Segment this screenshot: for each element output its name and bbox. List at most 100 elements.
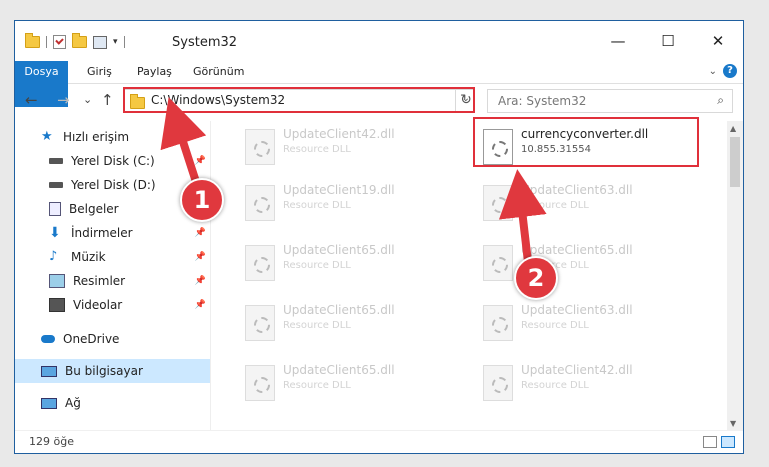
pin-icon[interactable]: 📌 [195, 276, 206, 286]
sidebar-item-pictures[interactable]: Resimler 📌 [15, 269, 210, 293]
drive-icon [49, 158, 63, 164]
documents-icon [49, 202, 61, 216]
properties-icon[interactable] [93, 35, 107, 49]
navigation-pane: ★ Hızlı erişim Yerel Disk (C:) 📌 Yerel D… [15, 121, 211, 431]
file-item[interactable]: UpdateClient42.dll Resource DLL [469, 359, 699, 405]
dll-file-icon [483, 305, 513, 341]
back-button[interactable]: ← [25, 91, 38, 109]
file-name: UpdateClient42.dll [521, 363, 633, 377]
title-bar: ▾ System32 — ☐ ✕ [15, 21, 743, 61]
customize-dropdown-icon[interactable]: ▾ [113, 37, 118, 47]
sidebar-item-music[interactable]: ♪ Müzik 📌 [15, 245, 210, 269]
dll-file-icon [483, 185, 513, 221]
close-button[interactable]: ✕ [693, 31, 743, 51]
minimize-button[interactable]: — [593, 31, 643, 51]
file-name: UpdateClient19.dll [283, 183, 395, 197]
file-item[interactable]: UpdateClient65.dll Resource DLL [231, 359, 461, 405]
new-folder-icon[interactable] [72, 33, 87, 48]
up-button[interactable]: ↑ [101, 91, 114, 109]
large-icons-view-icon[interactable] [721, 436, 735, 448]
computer-icon [41, 365, 57, 377]
sidebar-item-quick-access[interactable]: ★ Hızlı erişim [15, 125, 210, 149]
dll-file-icon [245, 129, 275, 165]
file-description: Resource DLL [283, 380, 351, 391]
network-icon [41, 397, 57, 409]
dll-file-icon [245, 185, 275, 221]
properties-check-icon[interactable] [53, 35, 66, 49]
search-input[interactable]: Ara: System32 [498, 94, 586, 108]
file-item[interactable]: UpdateClient42.dll Resource DLL [231, 123, 461, 169]
file-description: Resource DLL [283, 144, 351, 155]
music-icon: ♪ [49, 249, 58, 264]
maximize-button[interactable]: ☐ [643, 31, 693, 51]
item-count: 129 öğe [29, 435, 74, 448]
vertical-scrollbar[interactable]: ▲ ▼ [727, 121, 743, 431]
step-2-badge: 2 [514, 256, 558, 300]
file-item[interactable]: UpdateClient63.dll Resource DLL [469, 179, 699, 225]
file-list: UpdateClient42.dll Resource DLL currency… [211, 121, 727, 431]
file-description: Resource DLL [521, 380, 589, 391]
expand-ribbon-icon[interactable]: ⌄ [709, 66, 717, 77]
file-name: UpdateClient42.dll [283, 127, 395, 141]
search-icon[interactable]: ⌕ [717, 93, 724, 108]
pictures-icon [49, 274, 65, 288]
sidebar-item-downloads[interactable]: ⬇ İndirmeler 📌 [15, 221, 210, 245]
file-item[interactable]: UpdateClient65.dll Resource DLL [469, 239, 699, 285]
window-title: System32 [172, 35, 238, 50]
download-icon: ⬇ [49, 225, 61, 241]
tab-share[interactable]: Paylaş [137, 61, 172, 83]
status-bar: 129 öğe [15, 430, 743, 453]
sidebar-item-onedrive[interactable]: OneDrive [15, 327, 210, 351]
sidebar-item-label: Resimler [73, 274, 126, 288]
file-item[interactable]: UpdateClient65.dll Resource DLL [231, 239, 461, 285]
sidebar-item-videos[interactable]: Videolar 📌 [15, 293, 210, 317]
sidebar-item-disk-c[interactable]: Yerel Disk (C:) 📌 [15, 149, 210, 173]
pin-icon[interactable]: 📌 [195, 252, 206, 262]
pin-icon[interactable]: 📌 [195, 156, 206, 166]
sidebar-item-label: İndirmeler [71, 226, 133, 240]
sidebar-item-label: Ağ [65, 396, 81, 410]
sidebar-item-this-pc[interactable]: Bu bilgisayar [15, 359, 210, 383]
sidebar-item-label: Belgeler [69, 202, 119, 216]
details-view-icon[interactable] [703, 436, 717, 448]
divider [123, 36, 125, 48]
cloud-icon [41, 335, 55, 343]
pin-icon[interactable]: 📌 [195, 300, 206, 310]
sidebar-item-label: Müzik [71, 250, 106, 264]
file-item[interactable]: UpdateClient65.dll Resource DLL [231, 299, 461, 345]
dll-file-icon [483, 365, 513, 401]
pin-icon[interactable]: 📌 [195, 228, 206, 238]
recent-locations-button[interactable]: ⌄ [83, 93, 92, 106]
file-explorer-window: ▾ System32 — ☐ ✕ Dosya Giriş Paylaş Görü… [14, 20, 744, 454]
scroll-up-arrow-icon[interactable]: ▲ [730, 124, 736, 133]
star-icon: ★ [41, 129, 53, 144]
scroll-down-arrow-icon[interactable]: ▼ [730, 419, 736, 428]
drive-icon [49, 182, 63, 188]
navigation-bar: ← → ⌄ ↑ C:\Windows\System32 ⌄ ↻ Ara: Sys… [15, 85, 743, 117]
dll-file-icon [245, 305, 275, 341]
search-box[interactable]: Ara: System32 ⌕ [487, 89, 733, 113]
sidebar-item-network[interactable]: Ağ [15, 391, 210, 415]
dll-file-icon [245, 245, 275, 281]
ribbon-tabs: Dosya Giriş Paylaş Görünüm ⌄ ? [15, 61, 743, 107]
tab-home[interactable]: Giriş [87, 61, 112, 83]
sidebar-item-label: Yerel Disk (C:) [71, 154, 155, 168]
file-item[interactable]: UpdateClient63.dll Resource DLL [469, 299, 699, 345]
file-description: Resource DLL [283, 320, 351, 331]
help-icon[interactable]: ? [723, 64, 737, 78]
file-name: UpdateClient65.dll [521, 243, 633, 257]
file-description: Resource DLL [283, 260, 351, 271]
file-description: Resource DLL [283, 200, 351, 211]
scrollbar-thumb[interactable] [730, 137, 740, 187]
videos-icon [49, 298, 65, 312]
file-name: UpdateClient65.dll [283, 363, 395, 377]
forward-button[interactable]: → [57, 91, 70, 109]
file-item[interactable]: UpdateClient19.dll Resource DLL [231, 179, 461, 225]
dll-file-icon [483, 245, 513, 281]
file-name: UpdateClient63.dll [521, 303, 633, 317]
file-name: UpdateClient65.dll [283, 303, 395, 317]
sidebar-item-label: Hızlı erişim [63, 130, 130, 144]
quick-access-toolbar: ▾ [25, 33, 125, 49]
sidebar-item-label: Videolar [73, 298, 123, 312]
tab-view[interactable]: Görünüm [193, 61, 244, 83]
